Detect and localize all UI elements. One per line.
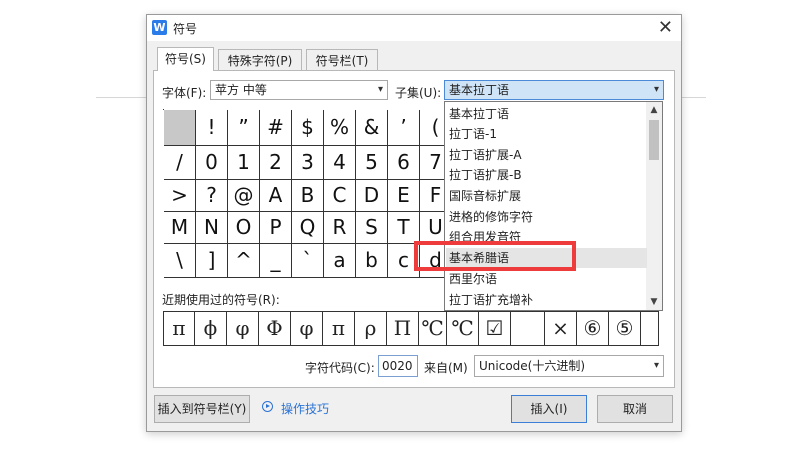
recent-symbol[interactable] <box>641 311 659 346</box>
symbol-cell[interactable]: O <box>228 212 260 244</box>
scrollbar-thumb[interactable] <box>649 120 659 160</box>
recent-symbols-label: 近期使用过的符号(R): <box>162 293 280 307</box>
from-select[interactable]: Unicode(十六进制) ▾ <box>474 355 664 377</box>
symbol-cell[interactable]: N <box>196 212 228 244</box>
recent-symbol[interactable]: ⑥ <box>577 311 609 346</box>
symbol-cell[interactable]: 2 <box>260 146 292 180</box>
char-code-input[interactable]: 0020 <box>378 355 418 377</box>
symbol-cell[interactable]: $ <box>292 110 324 146</box>
symbol-cell[interactable]: S <box>356 212 388 244</box>
symbol-cell[interactable]: 6 <box>388 146 420 180</box>
font-select[interactable]: 苹方 中等 ▾ <box>210 80 388 100</box>
recent-symbol[interactable] <box>511 311 545 346</box>
symbol-cell[interactable]: ^ <box>228 244 260 278</box>
play-circle-icon <box>262 401 273 412</box>
recent-symbol[interactable]: ⑤ <box>609 311 641 346</box>
document-rule-left <box>96 97 146 98</box>
symbol-grid: !” # $% &’(/0 1 2 3 4 5 6 7 >? @ A B C D E F M N O P Q R S T U \] ^ _ `… <box>163 109 452 278</box>
subset-label: 子集(U): <box>395 86 442 100</box>
symbol-cell[interactable]: _ <box>260 244 292 278</box>
symbol-cell[interactable]: 3 <box>292 146 324 180</box>
subset-option[interactable]: 拉丁语扩展-B <box>446 165 647 185</box>
tab-special-characters[interactable]: 特殊字符(P) <box>218 49 302 71</box>
from-value: Unicode(十六进制) <box>479 359 586 373</box>
recent-symbol[interactable]: Φ <box>259 311 291 346</box>
symbol-cell[interactable]: ! <box>196 110 228 146</box>
font-label: 字体(F): <box>162 86 207 100</box>
symbol-cell[interactable]: > <box>164 180 196 212</box>
symbol-cell[interactable]: \ <box>164 244 196 278</box>
chevron-down-icon: ▾ <box>653 84 659 95</box>
scroll-up-icon[interactable]: ▲ <box>646 102 662 118</box>
subset-option[interactable]: 基本拉丁语 <box>446 104 647 124</box>
wps-logo-icon: W <box>152 20 167 35</box>
scroll-down-icon[interactable]: ▼ <box>646 294 662 310</box>
recent-symbol[interactable]: ℃ <box>447 311 479 346</box>
symbol-cell[interactable]: T <box>388 212 420 244</box>
dropdown-scrollbar[interactable]: ▲ ▼ <box>646 102 662 310</box>
symbol-cell[interactable]: ] <box>196 244 228 278</box>
subset-option[interactable]: 西里尔语 <box>446 269 647 289</box>
symbol-cell[interactable] <box>164 110 196 146</box>
symbol-cell[interactable]: ` <box>292 244 324 278</box>
subset-option[interactable]: 拉丁语-1 <box>446 124 647 144</box>
symbol-cell[interactable]: R <box>324 212 356 244</box>
symbol-cell[interactable]: 1 <box>228 146 260 180</box>
from-label-text: 来自(M) <box>424 361 468 375</box>
recent-symbol[interactable]: φ <box>291 311 323 346</box>
recent-symbol[interactable]: π <box>323 311 355 346</box>
symbol-cell[interactable]: & <box>356 110 388 146</box>
subset-dropdown-list: ▲ ▼ 基本拉丁语 拉丁语-1 拉丁语扩展-A 拉丁语扩展-B 国际音标扩展 进格的修饰字… <box>444 101 663 311</box>
title-bar: W 符号 ✕ <box>147 15 681 41</box>
recent-symbol[interactable]: π <box>163 311 195 346</box>
subset-option[interactable]: 拉丁语扩充增补 <box>446 290 647 310</box>
insert-button[interactable]: 插入(I) <box>511 395 587 423</box>
symbol-cell[interactable]: Q <box>292 212 324 244</box>
symbol-cell[interactable]: ? <box>196 180 228 212</box>
symbol-cell[interactable]: 5 <box>356 146 388 180</box>
symbol-cell[interactable]: M <box>164 212 196 244</box>
dialog-title: 符号 <box>173 22 198 36</box>
symbol-cell[interactable]: b <box>356 244 388 278</box>
subset-option[interactable]: 国际音标扩展 <box>446 186 647 206</box>
symbol-cell[interactable]: 4 <box>324 146 356 180</box>
close-icon[interactable]: ✕ <box>658 17 673 38</box>
symbol-cell[interactable]: 0 <box>196 146 228 180</box>
recent-symbol[interactable]: ϕ <box>195 311 227 346</box>
tab-symbol-bar[interactable]: 符号栏(T) <box>306 49 378 71</box>
symbol-cell[interactable]: a <box>324 244 356 278</box>
recent-symbol[interactable]: ρ <box>355 311 387 346</box>
char-code-label: 字符代码(C): <box>305 361 375 375</box>
document-rule-right <box>682 97 706 98</box>
symbol-cell[interactable]: P <box>260 212 292 244</box>
symbol-cell[interactable]: ’ <box>388 110 420 146</box>
symbol-cell[interactable]: B <box>292 180 324 212</box>
chevron-down-icon: ▾ <box>653 360 659 371</box>
symbol-cell[interactable]: A <box>260 180 292 212</box>
font-value: 苹方 中等 <box>215 83 267 97</box>
recent-symbol[interactable]: ☑ <box>479 311 511 346</box>
cancel-button[interactable]: 取消 <box>597 395 673 423</box>
symbol-cell[interactable]: / <box>164 146 196 180</box>
subset-option[interactable]: 进格的修饰字符 <box>446 207 647 227</box>
highlight-annotation-box <box>414 241 576 271</box>
recent-symbol[interactable]: Π <box>387 311 419 346</box>
symbol-cell[interactable]: % <box>324 110 356 146</box>
recent-symbol[interactable]: ℃ <box>419 311 447 346</box>
tab-symbols[interactable]: 符号(S) <box>157 47 214 71</box>
insert-to-symbol-bar-button[interactable]: 插入到符号栏(Y) <box>154 395 250 423</box>
symbol-cell[interactable]: # <box>260 110 292 146</box>
symbol-cell[interactable]: @ <box>228 180 260 212</box>
symbol-cell[interactable]: E <box>388 180 420 212</box>
recent-symbol[interactable]: × <box>545 311 577 346</box>
subset-option[interactable]: 拉丁语扩展-A <box>446 145 647 165</box>
subset-select[interactable]: 基本拉丁语 ▾ <box>444 80 664 100</box>
tips-link[interactable]: 操作技巧 <box>281 400 329 417</box>
symbol-cell[interactable]: D <box>356 180 388 212</box>
subset-value: 基本拉丁语 <box>449 83 510 97</box>
symbol-cell[interactable]: ” <box>228 110 260 146</box>
recent-symbol[interactable]: φ <box>227 311 259 346</box>
symbol-cell[interactable]: C <box>324 180 356 212</box>
chevron-down-icon: ▾ <box>377 84 383 95</box>
